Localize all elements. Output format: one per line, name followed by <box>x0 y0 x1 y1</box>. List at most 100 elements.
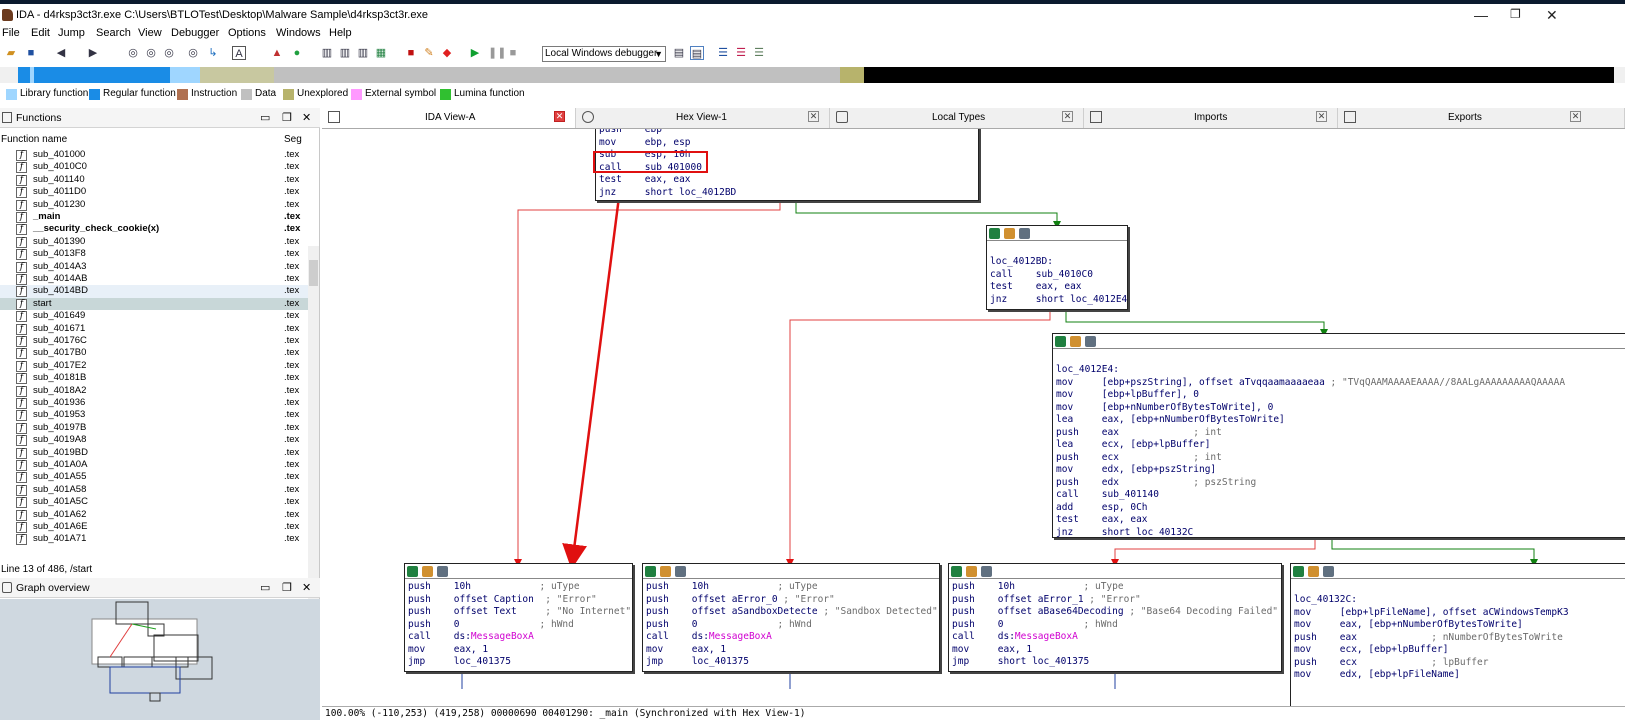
function-row[interactable]: f sub_401953 .tex <box>0 409 308 422</box>
instruction-line[interactable]: push ecx ; lpBuffer <box>1294 657 1488 670</box>
tab-close-icon[interactable]: ✕ <box>1062 111 1073 122</box>
function-row[interactable]: f sub_401A5C .tex <box>0 496 308 509</box>
instruction-line[interactable]: test eax, eax <box>1056 514 1148 527</box>
block-rename-icon[interactable] <box>660 566 671 577</box>
tab-imports[interactable]: Imports ✕ <box>1084 108 1338 128</box>
nav-left-arrow[interactable] <box>0 67 18 83</box>
code-block-loc-4012E4[interactable]: loc_4012E4: mov [ebp+pszString], offset … <box>1052 333 1625 538</box>
block-rename-icon[interactable] <box>1070 336 1081 347</box>
debugger-select[interactable]: Local Windows debugger ▼ <box>542 46 666 62</box>
menu-help[interactable]: Help <box>329 27 352 39</box>
block-color-icon[interactable] <box>989 228 1000 239</box>
function-row[interactable]: f sub_401A55 .tex <box>0 471 308 484</box>
code-icon[interactable]: ▥ <box>320 46 334 60</box>
instruction-line[interactable]: call sub_4010C0 <box>990 269 1093 282</box>
instruction-line[interactable]: lea ecx, [ebp+lpBuffer] <box>1056 439 1210 452</box>
block-color-icon[interactable] <box>645 566 656 577</box>
instruction-line[interactable]: push 0 ; hWnd <box>952 619 1118 632</box>
menu-jump[interactable]: Jump <box>58 27 85 39</box>
instruction-line[interactable]: push ebp <box>599 129 662 137</box>
block-rename-icon[interactable] <box>422 566 433 577</box>
sync-icon[interactable]: ▤ <box>690 46 704 60</box>
tab-local-types[interactable]: Local Types ✕ <box>830 108 1084 128</box>
instruction-line[interactable]: push offset Text ; "No Internet" <box>408 606 631 619</box>
instruction-line[interactable]: push eax ; int <box>1056 427 1222 440</box>
data-icon[interactable]: ▥ <box>338 46 352 60</box>
function-row[interactable]: f sub_401671 .tex <box>0 323 308 336</box>
instruction-line[interactable]: push offset Caption ; "Error" <box>408 594 597 607</box>
breakpoint-icon[interactable]: ▲ <box>270 46 284 60</box>
run-icon[interactable]: ▶ <box>468 46 482 60</box>
function-row[interactable]: f sub_401A71 .tex <box>0 533 308 546</box>
menu-search[interactable]: Search <box>96 27 131 39</box>
instruction-line[interactable]: push offset aError_1 ; "Error" <box>952 594 1141 607</box>
graph-overview-canvas[interactable] <box>0 599 320 720</box>
tab-close-icon[interactable]: ✕ <box>1316 111 1327 122</box>
column-function-name[interactable]: Function name <box>1 134 67 145</box>
functions-column-header[interactable]: Function name Seg <box>0 134 320 148</box>
code-block-no-internet[interactable]: push 10h ; uType push offset Caption ; "E… <box>404 563 633 672</box>
instruction-line[interactable]: call sub_401140 <box>1056 489 1159 502</box>
function-row[interactable]: f sub_401649 .tex <box>0 310 308 323</box>
function-row[interactable]: f sub_40197B .tex <box>0 422 308 435</box>
instruction-line[interactable]: jmp loc_401375 <box>646 656 749 669</box>
instruction-line[interactable]: jnz short loc_4012E4 <box>990 294 1127 307</box>
tab-close-icon[interactable]: ✕ <box>554 111 565 122</box>
function-row[interactable]: f sub_4017E2 .tex <box>0 360 308 373</box>
pane-float-icon[interactable]: ▭ <box>260 111 270 124</box>
pane-float-icon[interactable]: ▭ <box>260 581 270 594</box>
instruction-line[interactable]: push 10h ; uType <box>646 581 818 594</box>
instruction-line[interactable]: mov [ebp+lpBuffer], 0 <box>1056 389 1199 402</box>
block-group-icon[interactable] <box>1019 228 1030 239</box>
function-row[interactable]: f sub_40181B .tex <box>0 372 308 385</box>
function-row[interactable]: f sub_4014BD .tex <box>0 285 308 299</box>
tab-hex-view-1[interactable]: Hex View-1 ✕ <box>576 108 830 128</box>
instruction-line[interactable]: mov [ebp+pszString], offset aTvqqaamaaaa… <box>1056 377 1565 390</box>
tab-close-icon[interactable]: ✕ <box>808 111 819 122</box>
function-row[interactable]: f sub_4014AB .tex <box>0 273 308 286</box>
instruction-line[interactable]: mov ebp, esp <box>599 137 691 150</box>
instruction-line[interactable]: jnz short loc_40132C <box>1056 527 1193 538</box>
block-rename-icon[interactable] <box>966 566 977 577</box>
block-rename-icon[interactable] <box>1308 566 1319 577</box>
code-block-loc-4012BD[interactable]: loc_4012BD: call sub_4010C0 test eax, ea… <box>986 225 1128 310</box>
menu-view[interactable]: View <box>138 27 162 39</box>
instruction-line[interactable]: mov edx, [ebp+pszString] <box>1056 464 1216 477</box>
block-label[interactable]: loc_40132C: <box>1294 594 1357 607</box>
instruction-line[interactable]: lea eax, [ebp+nNumberOfBytesToWrite] <box>1056 414 1285 427</box>
forward-icon[interactable]: ▶ <box>86 46 100 60</box>
block-group-icon[interactable] <box>981 566 992 577</box>
function-row[interactable]: f sub_401000 .tex <box>0 149 308 162</box>
function-row[interactable]: f _main .tex <box>0 211 308 224</box>
function-row[interactable]: f sub_401A62 .tex <box>0 509 308 522</box>
instruction-line[interactable]: mov [ebp+nNumberOfBytesToWrite], 0 <box>1056 402 1273 415</box>
patch-icon[interactable]: ✎ <box>422 46 436 60</box>
menu-edit[interactable]: Edit <box>31 27 50 39</box>
outline-icon[interactable]: ☰ <box>752 46 766 60</box>
instruction-line[interactable]: push 10h ; uType <box>408 581 580 594</box>
pane-restore-icon[interactable]: ❐ <box>282 581 292 594</box>
pane-close-icon[interactable]: ✕ <box>302 581 311 594</box>
instruction-line[interactable]: push 0 ; hWnd <box>646 619 812 632</box>
instruction-line[interactable]: push offset aBase64Decoding ; "Base64 De… <box>952 606 1278 619</box>
instruction-line[interactable]: push 0 ; hWnd <box>408 619 574 632</box>
binary-icon[interactable]: ◎ <box>126 46 140 60</box>
tab-exports[interactable]: Exports ✕ <box>1338 108 1625 128</box>
graph-view[interactable]: push ebp mov ebp, esp sub esp, 10h call … <box>322 128 1625 706</box>
function-row[interactable]: f sub_401230 .tex <box>0 199 308 212</box>
navigation-band[interactable] <box>0 67 1625 83</box>
pane-close-icon[interactable]: ✕ <box>302 111 311 124</box>
function-row[interactable]: f start .tex <box>0 297 308 311</box>
back-icon[interactable]: ◀ <box>54 46 68 60</box>
cfg-icon[interactable]: ▤ <box>672 46 686 60</box>
block-color-icon[interactable] <box>951 566 962 577</box>
instruction-line[interactable]: mov eax, 1 <box>646 644 726 657</box>
instruction-line[interactable]: jmp loc_401375 <box>408 656 511 669</box>
minimize-button[interactable]: — <box>1474 7 1488 23</box>
stop-icon[interactable]: ■ <box>404 46 418 60</box>
instruction-line[interactable]: mov eax, 1 <box>952 644 1032 657</box>
block-group-icon[interactable] <box>437 566 448 577</box>
code-block-sandbox-detected[interactable]: push 10h ; uType push offset aError_0 ; "… <box>642 563 940 672</box>
menu-windows[interactable]: Windows <box>276 27 321 39</box>
instruction-line[interactable]: test eax, eax <box>990 281 1082 294</box>
